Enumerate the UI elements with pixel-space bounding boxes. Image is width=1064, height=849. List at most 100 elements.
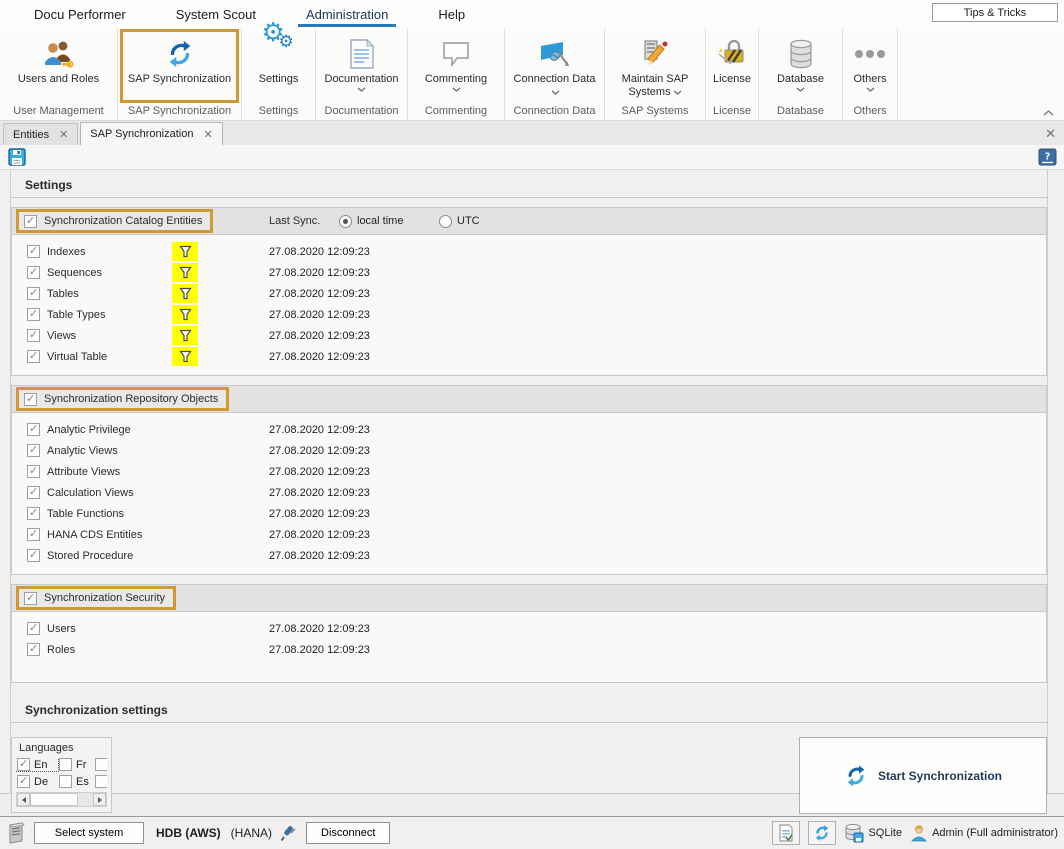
ribbon-group-caption: Commenting (408, 104, 504, 120)
license-button[interactable]: License (708, 29, 756, 103)
help-info-icon[interactable]: ? (1038, 148, 1057, 166)
row-last-sync-timestamp: 27.08.2020 12:09:23 (269, 508, 370, 520)
users-and-roles-button[interactable]: Users and Roles (2, 29, 115, 103)
menu-item-system-scout[interactable]: System Scout (160, 2, 272, 27)
select-system-button[interactable]: Select system (34, 822, 144, 844)
scroll-right-icon[interactable] (93, 793, 106, 806)
language-option-en[interactable]: En (16, 758, 58, 771)
row-checkbox[interactable] (27, 444, 40, 457)
others-button[interactable]: Others (845, 29, 895, 103)
save-icon[interactable] (8, 148, 26, 166)
row-checkbox[interactable] (27, 329, 40, 342)
menu-item-docu-performer[interactable]: Docu Performer (18, 2, 142, 27)
row-checkbox[interactable] (27, 622, 40, 635)
ribbon-group-commenting: Commenting Commenting (408, 28, 505, 120)
ribbon-group-caption: Documentation (316, 104, 407, 120)
filter-icon[interactable] (172, 326, 198, 345)
row-checkbox[interactable] (27, 507, 40, 520)
local-time-radio[interactable]: local time (339, 215, 403, 228)
main-content: Settings Synchronization Catalog Entitie… (0, 170, 1064, 793)
security-checkbox[interactable] (24, 592, 37, 605)
row-checkbox[interactable] (27, 245, 40, 258)
language-option-clipped[interactable] (94, 775, 107, 788)
row-label: Views (47, 330, 76, 342)
row-checkbox[interactable] (27, 287, 40, 300)
row-last-sync-timestamp: 27.08.2020 12:09:23 (269, 644, 370, 656)
catalog-entities-group: Synchronization Catalog Entities Last Sy… (11, 207, 1047, 376)
scrollbar-thumb[interactable] (30, 793, 78, 806)
security-header: Synchronization Security (11, 584, 1047, 612)
database-button[interactable]: Database (761, 29, 840, 103)
sync-row: Virtual Table 27.08.2020 12:09:23 (12, 346, 1046, 367)
repository-objects-checkbox[interactable] (24, 393, 37, 406)
row-checkbox[interactable] (27, 465, 40, 478)
row-last-sync-timestamp: 27.08.2020 12:09:23 (269, 267, 370, 279)
row-last-sync-timestamp: 27.08.2020 12:09:23 (269, 288, 370, 300)
comment-icon (441, 36, 471, 72)
ribbon-group-caption: SAP Synchronization (118, 104, 241, 120)
tab-sap-synchronization[interactable]: SAP Synchronization ✕ (80, 122, 222, 145)
menu-item-help[interactable]: Help (422, 2, 481, 27)
settings-section-title: Settings (11, 170, 1047, 198)
radio-icon (339, 215, 352, 228)
sync-status-icon[interactable] (808, 821, 836, 845)
close-icon[interactable]: ✕ (203, 128, 212, 141)
sync-row: Views 27.08.2020 12:09:23 (12, 325, 1046, 346)
checkbox-icon (59, 775, 72, 788)
row-checkbox[interactable] (27, 423, 40, 436)
row-checkbox[interactable] (27, 266, 40, 279)
language-label: En (34, 759, 47, 771)
tips-tricks-button[interactable]: Tips & Tricks (932, 3, 1058, 22)
row-checkbox[interactable] (27, 549, 40, 562)
filter-icon[interactable] (172, 305, 198, 324)
language-option-fr[interactable]: Fr (58, 758, 94, 771)
sap-synchronization-button[interactable]: SAP Synchronization (120, 29, 239, 103)
language-option-de[interactable]: De (16, 775, 58, 788)
filter-icon[interactable] (172, 263, 198, 282)
start-synchronization-button[interactable]: Start Synchronization (799, 737, 1047, 814)
group-title: Synchronization Security (44, 592, 165, 604)
close-icon[interactable]: ✕ (59, 128, 68, 141)
sync-row: Calculation Views 27.08.2020 12:09:23 (12, 482, 1046, 503)
utc-radio[interactable]: UTC (439, 215, 480, 228)
sync-row: HANA CDS Entities 27.08.2020 12:09:23 (12, 524, 1046, 545)
row-last-sync-timestamp: 27.08.2020 12:09:23 (269, 246, 370, 258)
ribbon-group-sap-synchronization: SAP Synchronization SAP Synchronization (118, 28, 242, 120)
row-checkbox[interactable] (27, 308, 40, 321)
language-option-clipped[interactable] (94, 758, 107, 771)
settings-button[interactable]: ⚙ ⚙ Settings (244, 29, 313, 103)
filter-icon[interactable] (172, 242, 198, 261)
sync-row: Table Types 27.08.2020 12:09:23 (12, 304, 1046, 325)
language-option-es[interactable]: Es (58, 775, 94, 788)
menu-item-administration[interactable]: Administration (290, 2, 404, 27)
sync-row: Indexes 27.08.2020 12:09:23 (12, 241, 1046, 262)
tab-bar: Entities ✕ SAP Synchronization ✕ ✕ (0, 121, 1064, 145)
tab-entities[interactable]: Entities ✕ (3, 123, 78, 145)
connection-data-icon (539, 36, 571, 72)
row-checkbox[interactable] (27, 350, 40, 363)
close-icon[interactable]: ✕ (1045, 126, 1056, 142)
server-icon (6, 822, 26, 844)
disconnect-button[interactable]: Disconnect (306, 822, 390, 844)
scroll-left-icon[interactable] (17, 793, 30, 806)
row-checkbox[interactable] (27, 643, 40, 656)
catalog-entities-checkbox[interactable] (24, 215, 37, 228)
row-label: Calculation Views (47, 487, 134, 499)
filter-icon[interactable] (172, 284, 198, 303)
row-checkbox[interactable] (27, 528, 40, 541)
maintain-sap-systems-icon (639, 36, 671, 72)
document-check-icon[interactable] (772, 821, 800, 845)
filter-icon[interactable] (172, 347, 198, 366)
languages-scrollbar[interactable] (16, 792, 107, 807)
row-checkbox[interactable] (27, 486, 40, 499)
maintain-sap-systems-button[interactable]: Maintain SAP Systems (607, 29, 703, 103)
user-status[interactable]: Admin (Full administrator) (910, 824, 1058, 842)
commenting-button[interactable]: Commenting (410, 29, 502, 103)
documentation-button[interactable]: Documentation (318, 29, 405, 103)
connection-data-button[interactable]: Connection Data (507, 29, 602, 103)
database-status[interactable]: SQLite (844, 823, 902, 843)
ribbon-collapse-icon[interactable] (1043, 110, 1054, 116)
user-icon (910, 824, 928, 842)
ribbon-group-caption: Connection Data (505, 104, 604, 120)
sync-row: Sequences 27.08.2020 12:09:23 (12, 262, 1046, 283)
